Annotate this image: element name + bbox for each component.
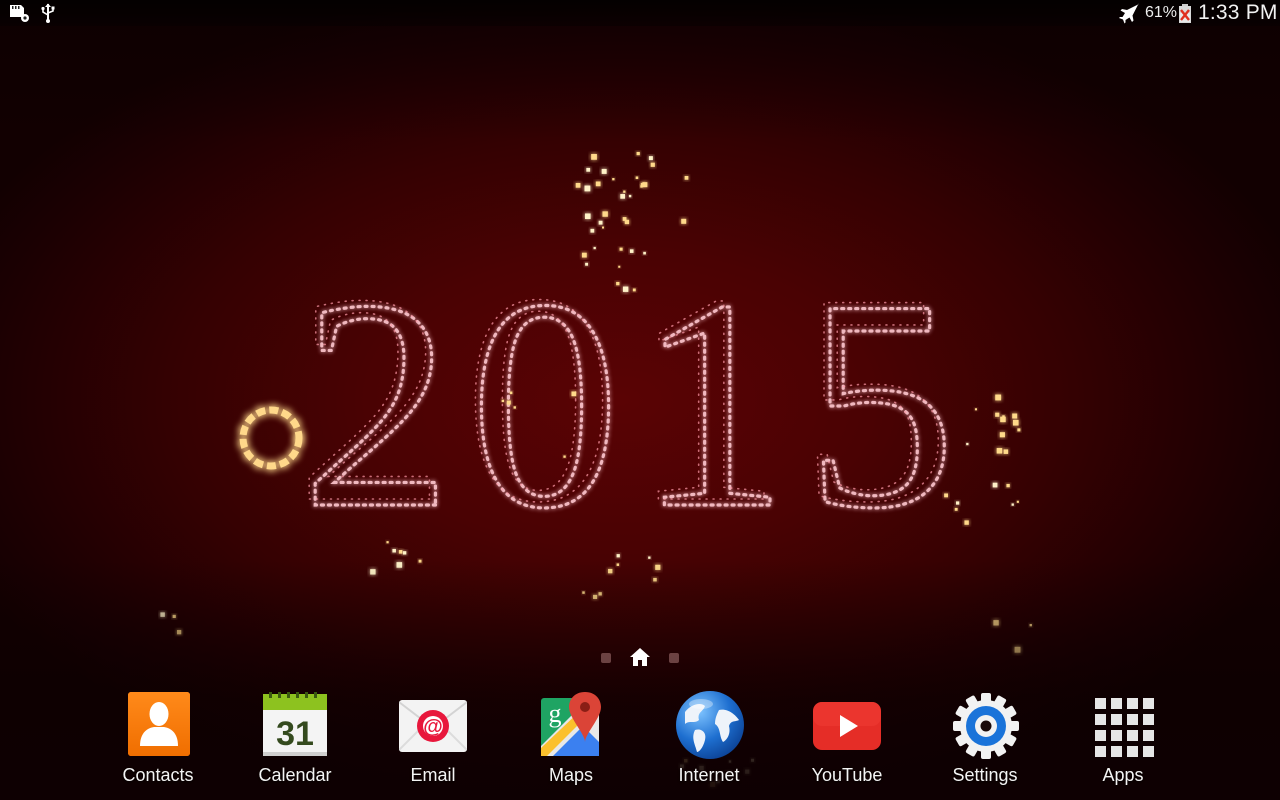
apps-grid-square [1143,746,1154,757]
apps-grid-square [1095,698,1106,709]
dock-label: Maps [548,765,593,785]
battery-percentage: 61% [1145,4,1178,21]
settings-gear-icon [951,690,1019,759]
apps-grid-square [1143,714,1154,725]
calendar-date: 31 [276,715,314,753]
dock-app-internet[interactable]: Internet [654,690,764,795]
apps-grid-square [1143,698,1154,709]
home-page-icon[interactable] [628,646,652,673]
maps-icon: g [537,690,605,758]
apps-grid-square [1111,714,1122,725]
apps-grid-square [1143,730,1154,741]
apps-grid-square [1095,714,1106,725]
email-at-symbol: @ [423,716,443,738]
page-indicator[interactable] [598,646,688,670]
apps-grid-square [1127,714,1138,725]
contacts-icon [124,690,192,758]
apps-grid-square [1127,698,1138,709]
dock-label: YouTube [811,765,883,785]
apps-grid-square [1127,746,1138,757]
apps-grid-icon [1089,690,1157,758]
email-icon: @ [398,690,468,758]
status-clock: 1:33 PM [1198,1,1278,24]
usb-icon [40,3,56,28]
apps-grid-square [1095,746,1106,757]
apps-grid-square [1111,746,1122,757]
maps-g-letter: g [549,699,562,728]
apps-grid-square [1111,730,1122,741]
dock-app-youtube[interactable]: YouTube [792,690,902,795]
dock-app-drawer-apps[interactable]: Apps [1068,690,1178,795]
dock-label: Settings [952,765,1018,785]
airplane-mode-icon [1118,1,1142,30]
apps-grid-square [1111,698,1122,709]
dock-label: Email [410,765,456,785]
battery-icon [1178,4,1192,29]
dock-label: Calendar [258,765,332,785]
page-dot-3[interactable] [669,653,679,663]
wallpaper-vignette [0,0,1280,800]
page-dot-1[interactable] [601,653,611,663]
dock-app-calendar[interactable]: 31 Calendar [240,690,350,795]
internet-globe-icon [675,690,744,759]
status-bar[interactable]: 61% 1:33 PM [0,0,1280,26]
dock-app-contacts[interactable]: Contacts [103,690,213,795]
dock-app-maps[interactable]: g Maps [516,690,626,795]
sd-card-settings-icon [8,3,32,28]
apps-grid-square [1095,730,1106,741]
dock-label: Internet [678,765,740,785]
apps-grid-square [1127,730,1138,741]
dock-app-settings[interactable]: Settings [930,690,1040,795]
calendar-icon: 31 [261,690,329,758]
dock-label: Apps [1102,765,1144,785]
dock-label: Contacts [122,765,194,785]
dock-app-email[interactable]: @ Email [378,690,488,795]
youtube-icon [813,690,881,758]
